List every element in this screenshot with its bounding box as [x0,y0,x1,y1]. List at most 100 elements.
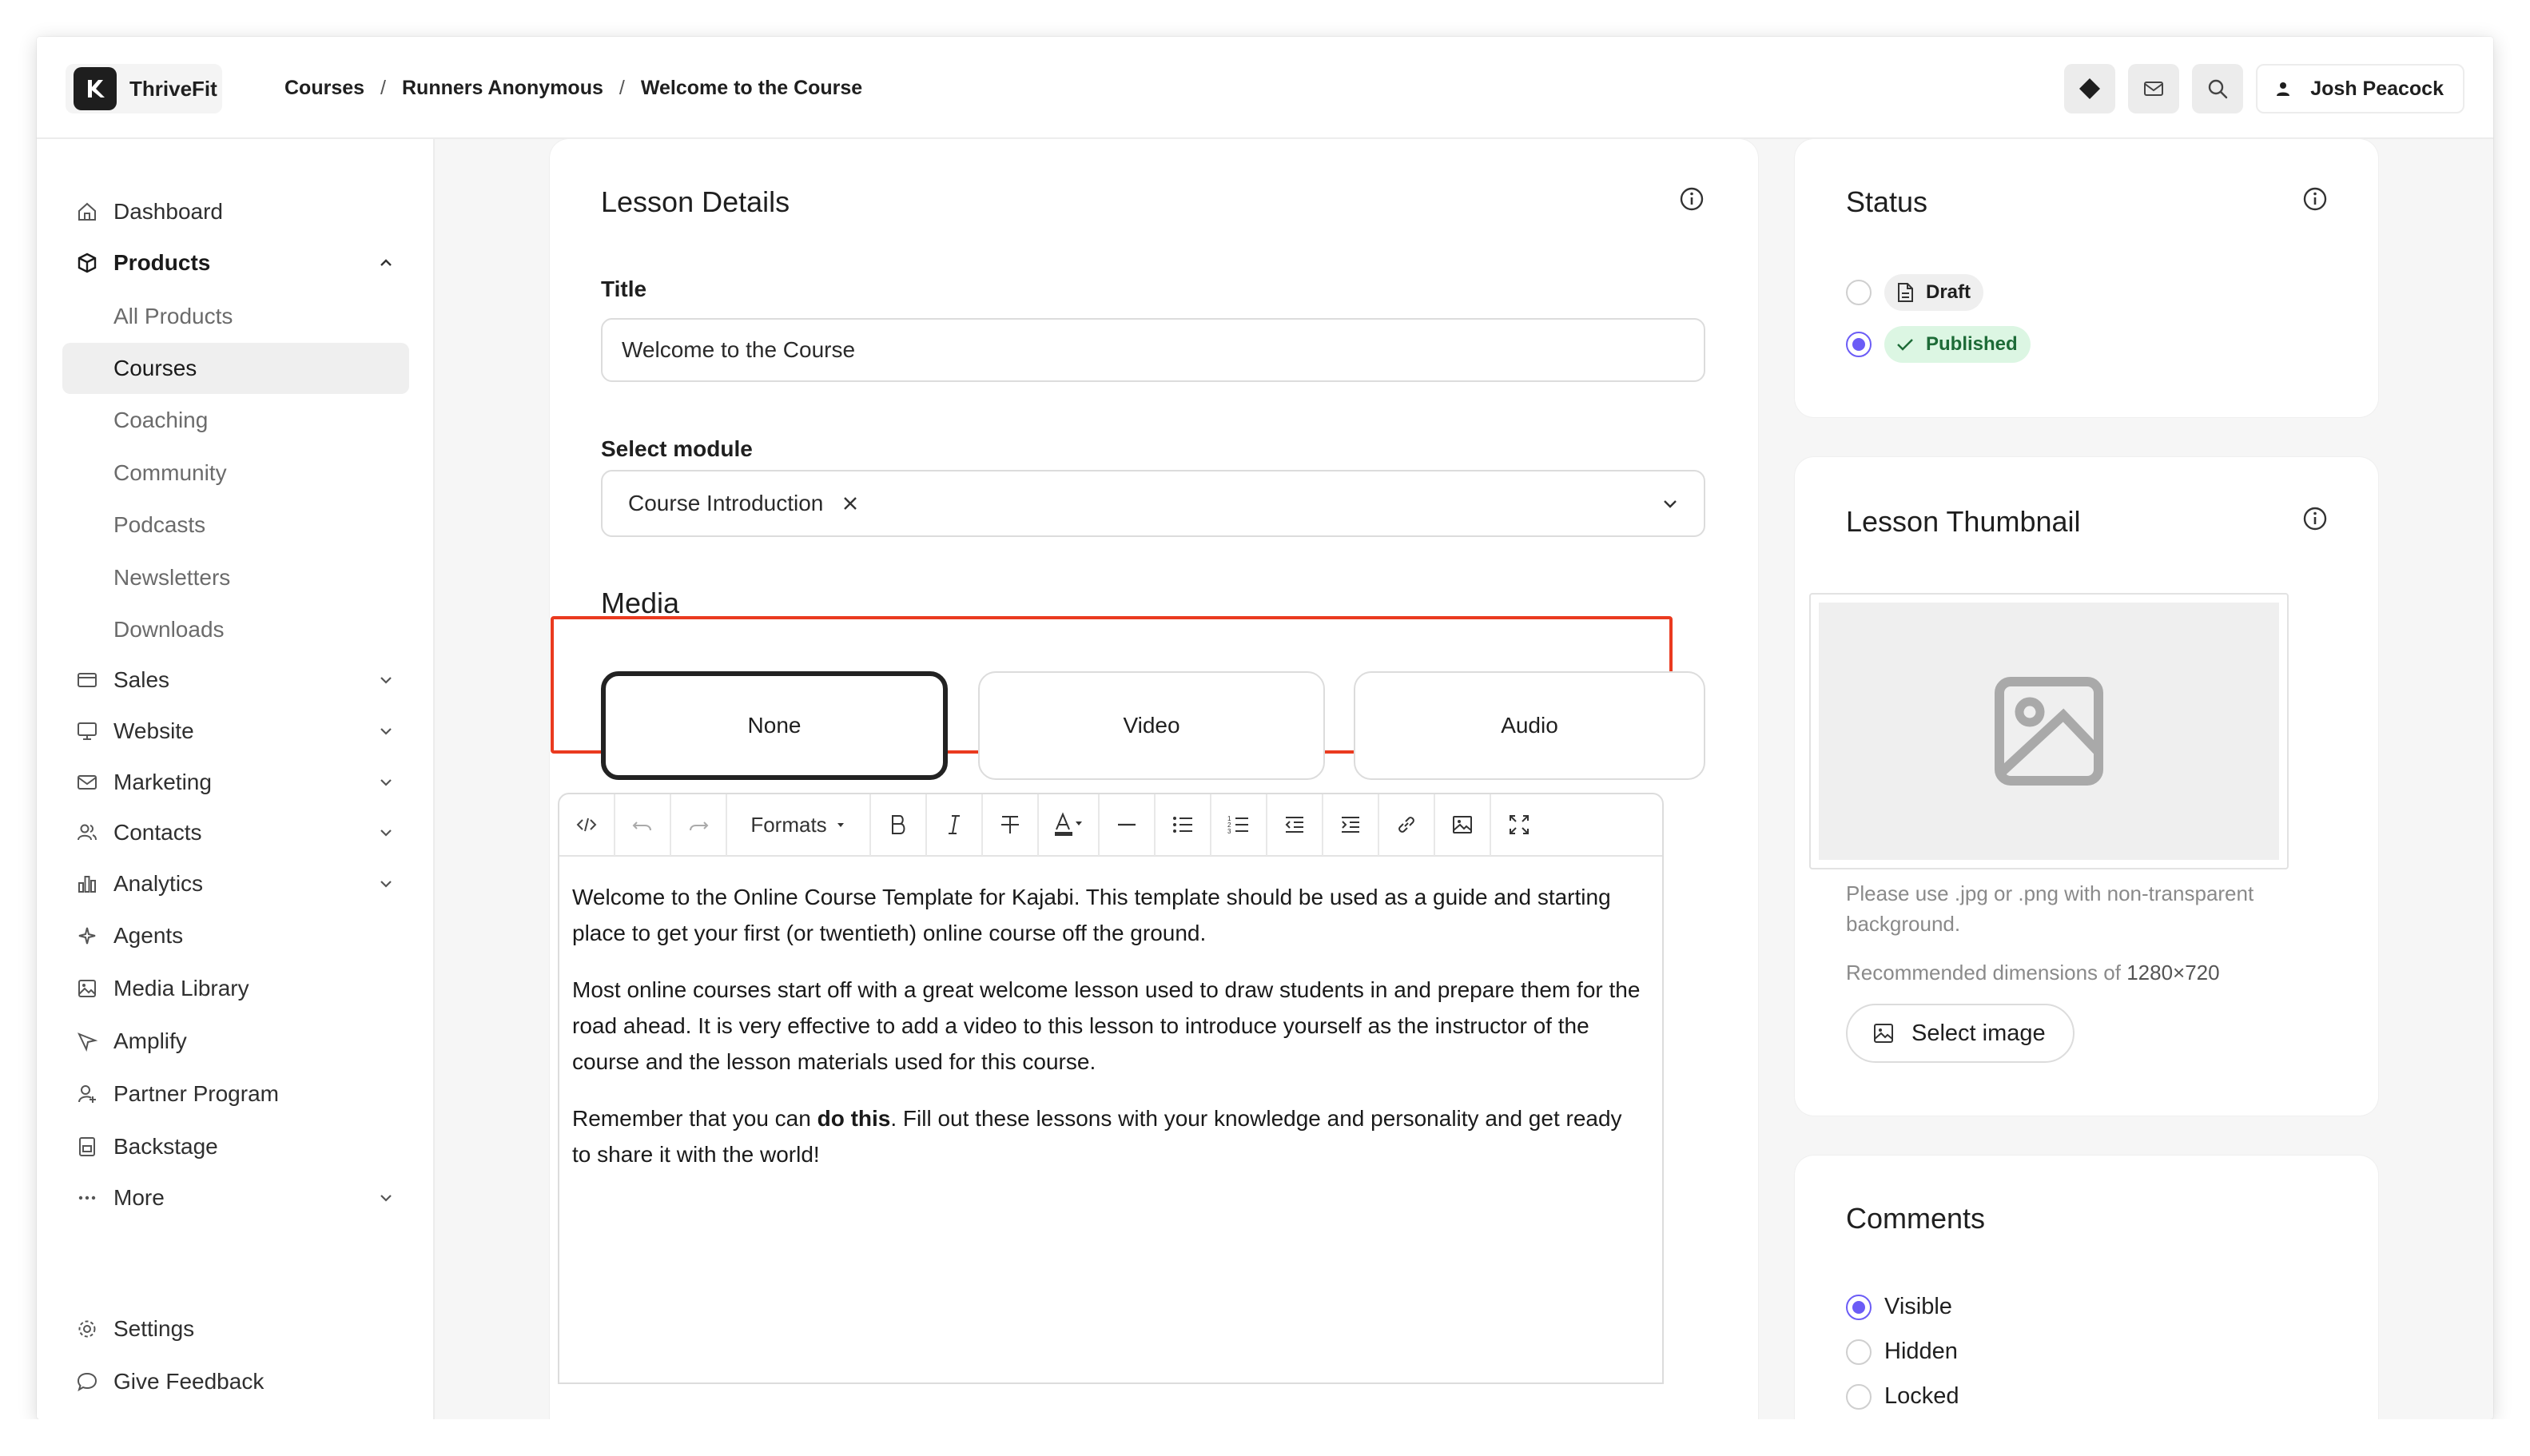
title-input[interactable]: Welcome to the Course [601,318,1705,382]
info-icon[interactable] [1678,185,1705,213]
fullscreen-button[interactable] [1491,794,1547,856]
sidebar-item-website[interactable]: Website [62,706,409,756]
sidebar-item-sales[interactable]: Sales [62,655,409,705]
sidebar-item-label: Give Feedback [113,1369,265,1394]
dimensions-prefix: Recommended dimensions of [1846,961,2127,985]
sidebar-item-label: Backstage [113,1134,218,1159]
sidebar-sub-community[interactable]: Community [62,448,409,499]
home-icon [75,200,99,224]
sidebar-item-dashboard[interactable]: Dashboard [62,187,409,237]
breadcrumb-item-course[interactable]: Runners Anonymous [402,77,603,100]
numbered-list-button[interactable]: 123 [1211,794,1267,856]
sidebar-sub-courses[interactable]: Courses [62,343,409,394]
inbox-button[interactable] [2128,64,2180,113]
info-icon[interactable] [2301,185,2329,213]
sidebar-item-marketing[interactable]: Marketing [62,758,409,807]
sidebar-item-partner-program[interactable]: Partner Program [62,1069,409,1119]
sidebar-item-media-library[interactable]: Media Library [62,964,409,1013]
media-option-none[interactable]: None [601,671,948,780]
redo-button[interactable] [671,794,727,856]
sidebar-item-settings[interactable]: Settings [62,1304,409,1354]
users-icon [75,821,99,845]
sidebar-sub-all-products[interactable]: All Products [62,291,409,342]
media-option-audio[interactable]: Audio [1354,671,1705,780]
title-label: Title [601,276,647,301]
formats-dropdown[interactable]: Formats [727,794,871,856]
monitor-icon [75,719,99,743]
status-draft-pill[interactable]: Draft [1884,274,1984,311]
indent-button[interactable] [1323,794,1379,856]
thumbnail-hint: Please use .jpg or .png with non-transpa… [1846,881,2254,936]
sidebar-item-products[interactable]: Products [62,238,409,288]
sidebar-item-label: Marketing [113,770,212,794]
sidebar-item-contacts[interactable]: Contacts [62,808,409,857]
horizontal-rule-icon [1118,823,1136,826]
top-actions: Josh Peacock [2064,64,2464,113]
status-draft-radio[interactable] [1846,280,1872,305]
sidebar-sub-newsletters[interactable]: Newsletters [62,552,409,603]
sidebar-item-analytics[interactable]: Analytics [62,859,409,909]
bold-button[interactable] [871,794,927,856]
comments-hidden-radio[interactable] [1846,1339,1872,1365]
comments-visible-label[interactable]: Visible [1884,1294,1952,1320]
media-option-video[interactable]: Video [978,671,1325,780]
select-image-button[interactable]: Select image [1846,1004,2075,1063]
status-published-pill[interactable]: Published [1884,326,2031,363]
box-icon [75,251,99,275]
insert-image-button[interactable] [1435,794,1491,856]
editor-text: Remember that you can [572,1106,817,1131]
sidebar-item-agents[interactable]: Agents [62,911,409,961]
link-button[interactable] [1379,794,1435,856]
italic-button[interactable] [927,794,983,856]
comments-locked-label[interactable]: Locked [1884,1383,1959,1410]
code-view-button[interactable] [559,794,615,856]
editor-toolbar: Formats 123 [559,794,1662,857]
search-button[interactable] [2192,64,2244,113]
brand-switcher[interactable]: ThriveFit [66,64,222,113]
link-icon [1398,817,1414,833]
sidebar-item-label: Settings [113,1316,195,1341]
status-card [1795,139,2378,417]
editor-paragraph: Most online courses start off with a gre… [572,977,1641,1074]
module-dropdown-toggle[interactable] [1661,494,1680,513]
diamond-button[interactable] [2064,64,2116,113]
sidebar-sub-coaching[interactable]: Coaching [62,395,409,446]
sidebar-item-more[interactable]: More [62,1173,409,1223]
outdent-button[interactable] [1267,794,1323,856]
backstage-icon [75,1135,99,1159]
clear-module-button[interactable] [841,494,860,513]
breadcrumb-item-courses[interactable]: Courses [284,77,364,100]
info-icon[interactable] [2301,505,2329,532]
text-color-button[interactable] [1039,794,1100,856]
comments-locked-radio[interactable] [1846,1384,1872,1410]
horizontal-rule-button[interactable] [1100,794,1156,856]
editor-content[interactable]: Welcome to the Online Course Template fo… [572,879,1643,1193]
italic-icon [949,815,960,834]
document-icon [1898,283,1913,302]
status-published-radio[interactable] [1846,332,1872,357]
sidebar-item-give-feedback[interactable]: Give Feedback [62,1357,409,1406]
module-select[interactable]: Course Introduction [601,470,1705,537]
sidebar-sub-podcasts[interactable]: Podcasts [62,499,409,551]
gear-icon [75,1317,99,1341]
comments-visible-radio[interactable] [1846,1295,1872,1320]
chat-icon [75,1370,99,1394]
chevron-down-icon [374,821,398,845]
sparkle-icon [75,924,99,948]
sidebar-item-amplify[interactable]: Amplify [62,1016,409,1066]
sidebar-item-label: Website [113,718,194,743]
image-icon [1874,1024,1893,1043]
strikethrough-button[interactable] [983,794,1039,856]
chevron-up-icon [374,251,398,275]
thumbnail-preview[interactable] [1809,593,2289,869]
user-menu[interactable]: Josh Peacock [2256,64,2464,113]
bullet-list-button[interactable] [1156,794,1211,856]
sidebar-sub-downloads[interactable]: Downloads [62,604,409,655]
close-icon [844,497,857,510]
sidebar-item-backstage[interactable]: Backstage [62,1122,409,1172]
chevron-down-icon [1664,500,1677,508]
chevron-down-icon [374,668,398,692]
comments-hidden-label[interactable]: Hidden [1884,1339,1958,1365]
chevron-down-icon [374,719,398,743]
undo-button[interactable] [615,794,671,856]
